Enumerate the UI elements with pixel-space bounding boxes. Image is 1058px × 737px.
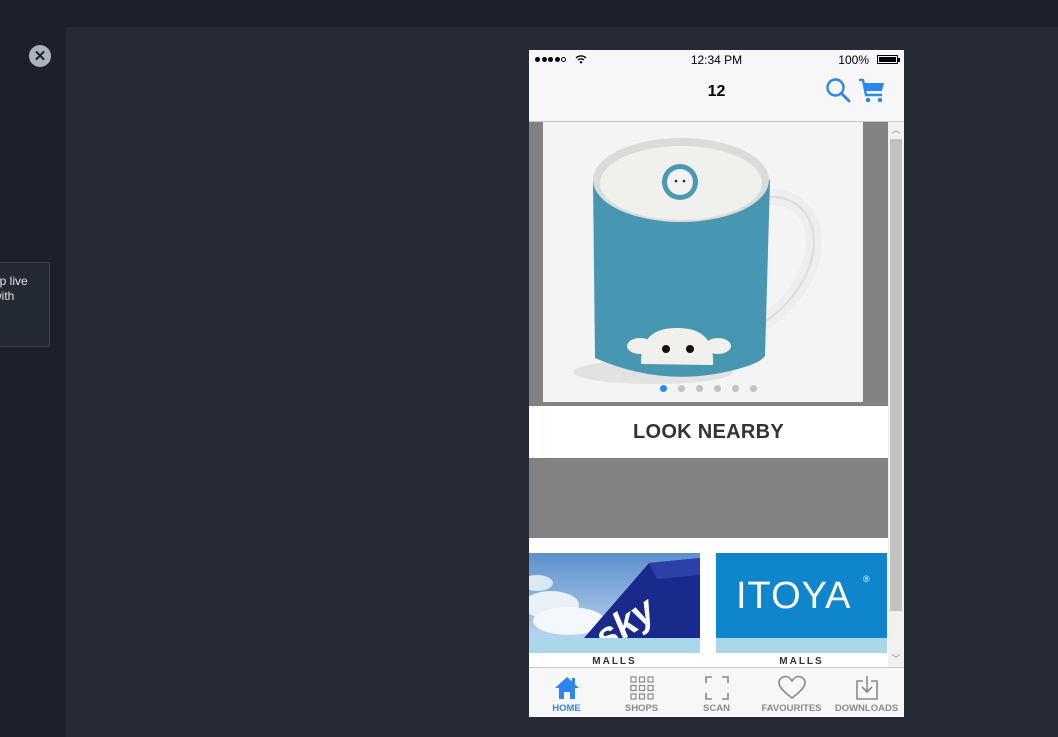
tab-label: SHOPS	[624, 703, 659, 714]
card-strip	[716, 638, 887, 653]
scroll-content[interactable]: LOOK NEARBY sky MALLS ITOYA ® MALLS	[529, 122, 888, 667]
scroll-down-arrow[interactable]: ﹀	[888, 651, 904, 667]
svg-text:®: ®	[863, 574, 870, 584]
tab-bar: HOME SHOPS SCAN FAVOURITES DOWNLOADS	[529, 667, 904, 717]
shop-card-sky[interactable]: sky MALLS	[529, 553, 700, 665]
scrollbar[interactable]: ︿ ﹀	[888, 122, 904, 667]
shop-label: MALLS	[779, 656, 824, 665]
battery-percent: 100%	[838, 53, 869, 67]
tab-label: HOME	[552, 703, 581, 714]
scroll-up-arrow[interactable]: ︿	[888, 122, 904, 138]
itoya-logo: ITOYA ®	[716, 553, 887, 638]
scan-icon	[704, 676, 729, 700]
top-bar	[0, 0, 1058, 27]
status-bar: 12:34 PM 100%	[529, 50, 904, 70]
mug-image	[543, 122, 863, 402]
tab-label: FAVOURITES	[761, 703, 822, 714]
tooltip-line-2: with	[0, 289, 15, 303]
close-icon[interactable]: ✕	[29, 45, 51, 67]
download-icon	[855, 676, 878, 700]
tab-downloads[interactable]: DOWNLOADS	[829, 668, 904, 717]
gray-banner	[529, 458, 888, 538]
heart-icon	[777, 675, 806, 700]
nav-bar: 12	[529, 70, 904, 122]
carousel-dot[interactable]	[750, 385, 757, 392]
phone-preview: 12:34 PM 100% 12 LOOK NEARBY sky MALLS I…	[529, 50, 904, 717]
shop-card-itoya[interactable]: ITOYA ® MALLS	[716, 553, 887, 665]
tab-label: SCAN	[703, 703, 730, 714]
card-strip	[529, 638, 700, 653]
carousel-dot[interactable]	[696, 385, 703, 392]
home-icon	[554, 677, 579, 699]
carousel-slide[interactable]	[543, 122, 863, 402]
carousel-dot[interactable]	[678, 385, 685, 392]
tab-label: DOWNLOADS	[834, 703, 899, 714]
battery-icon	[877, 55, 900, 64]
tooltip-line-1: op live	[0, 274, 28, 288]
scrollbar-thumb[interactable]	[890, 139, 902, 611]
tab-home[interactable]: HOME	[529, 668, 604, 717]
look-nearby-button[interactable]: LOOK NEARBY	[529, 406, 888, 458]
shop-label: MALLS	[592, 656, 637, 665]
tooltip: op live with	[0, 262, 50, 347]
carousel-dot[interactable]	[732, 385, 739, 392]
search-icon[interactable]	[825, 77, 851, 103]
tab-favourites[interactable]: FAVOURITES	[754, 668, 829, 717]
sky-logo: sky	[529, 553, 700, 638]
image-carousel[interactable]	[529, 122, 888, 406]
left-panel	[0, 27, 66, 737]
tab-scan[interactable]: SCAN	[679, 668, 754, 717]
carousel-dot[interactable]	[660, 385, 667, 392]
carousel-dots[interactable]	[529, 385, 888, 392]
svg-text:ITOYA: ITOYA	[736, 575, 852, 617]
tab-shops[interactable]: SHOPS	[604, 668, 679, 717]
carousel-dot[interactable]	[714, 385, 721, 392]
cart-icon[interactable]	[858, 76, 886, 104]
grid-icon	[629, 676, 654, 700]
